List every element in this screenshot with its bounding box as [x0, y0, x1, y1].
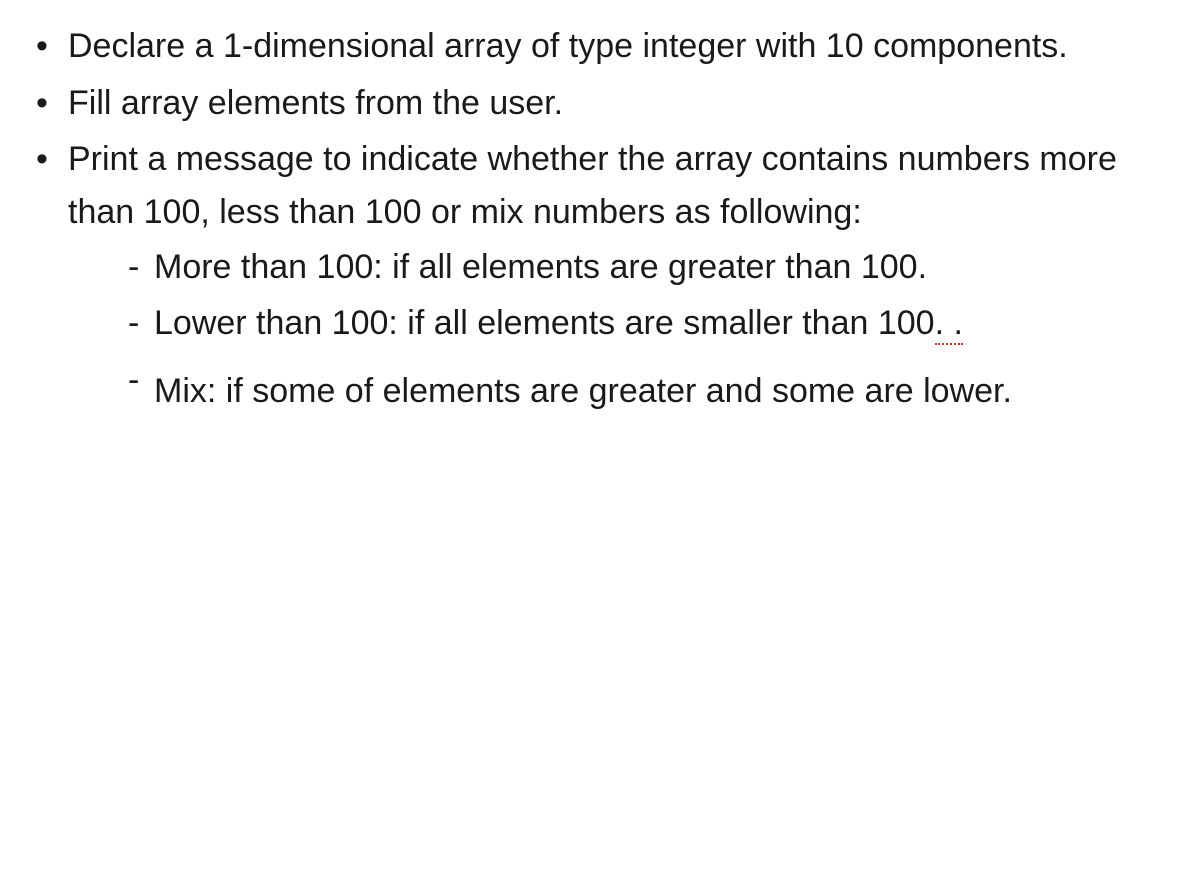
sub-list-item: More than 100: if all elements are great…: [128, 241, 1170, 294]
sub-item-text: More than 100: if all elements are great…: [154, 241, 1170, 294]
instruction-sublist: More than 100: if all elements are great…: [68, 241, 1170, 429]
sub-item-text: Mix: if some of elements are greater and…: [154, 354, 1170, 429]
list-item: Declare a 1-dimensional array of type in…: [30, 20, 1170, 73]
instruction-list: Declare a 1-dimensional array of type in…: [30, 20, 1170, 429]
list-item: Print a message to indicate whether the …: [30, 133, 1170, 429]
sub-list-item: Mix: if some of elements are greater and…: [128, 354, 1170, 429]
sub-item-text: Lower than 100: if all elements are smal…: [154, 297, 1170, 350]
list-item-text: Fill array elements from the user.: [68, 84, 563, 122]
list-item-text: Print a message to indicate whether the …: [68, 140, 1117, 231]
list-item: Fill array elements from the user.: [30, 77, 1170, 130]
list-item-text: Declare a 1-dimensional array of type in…: [68, 27, 1068, 65]
sub-list-item: Lower than 100: if all elements are smal…: [128, 297, 1170, 350]
spellcheck-underline: . .: [935, 304, 963, 345]
